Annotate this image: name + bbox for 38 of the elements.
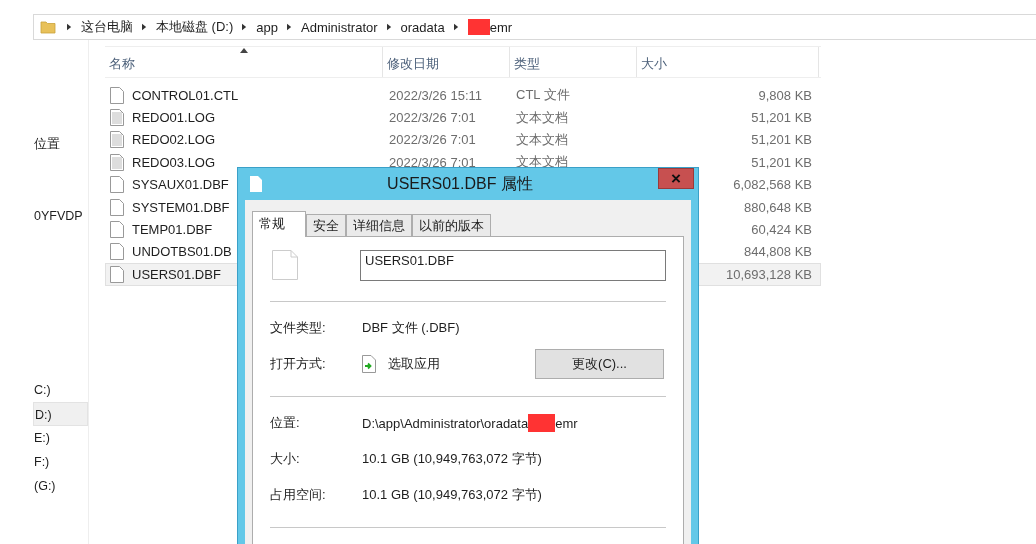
window-title: USERS01.DBF 属性	[386, 173, 534, 194]
file-size: 9,808 KB	[758, 87, 812, 103]
file-name: USERS01.DBF	[132, 266, 221, 282]
property-value: emr	[555, 415, 578, 431]
file-name: SYSAUX01.DBF	[132, 177, 229, 193]
file-type: 文本文档	[516, 154, 568, 170]
file-name: REDO02.LOG	[132, 132, 216, 148]
modified-date: 2022/3/26 7:01	[389, 110, 476, 126]
file-size: 10,693,128 KB	[725, 266, 812, 282]
file-size: 51,201 KB	[751, 154, 812, 170]
property-label: 文件类型:	[270, 319, 327, 337]
property-value: D:\app\Administrator\oradata	[362, 415, 529, 431]
property-value: DBF 文件 (.DBF)	[362, 319, 460, 337]
modified-date: 2022/3/26 15:11	[389, 87, 482, 103]
file-name: UNDOTBS01.DB	[132, 244, 232, 260]
modified-date: 2022/3/26 7:01	[389, 132, 476, 148]
file-name: REDO01.LOG	[132, 110, 216, 126]
file-name: CONTROL01.CTL	[132, 87, 239, 103]
file-size: 51,201 KB	[751, 110, 812, 126]
file-size: 844,808 KB	[744, 244, 812, 260]
file-size: 880,648 KB	[744, 199, 812, 215]
file-name: REDO03.LOG	[132, 154, 216, 170]
property-value: 10.1 GB (10,949,763,072 字节)	[362, 450, 542, 468]
file-name: SYSTEM01.DBF	[132, 199, 230, 215]
property-label: 大小:	[270, 450, 301, 468]
file-type: 文本文档	[516, 109, 568, 125]
property-label: 位置:	[270, 414, 301, 432]
file-size: 60,424 KB	[751, 222, 812, 238]
property-value: 选取应用	[388, 355, 440, 373]
file-size: 6,082,568 KB	[733, 177, 812, 193]
property-label: 打开方式:	[270, 355, 327, 373]
modified-date: 2022/3/26 7:01	[389, 154, 476, 170]
file-size: 51,201 KB	[751, 132, 812, 148]
property-value: 10.1 GB (10,949,763,072 字节)	[362, 486, 542, 504]
file-name: TEMP01.DBF	[132, 222, 213, 238]
file-type: CTL 文件	[516, 87, 570, 103]
file-type: 文本文档	[516, 131, 568, 147]
property-label: 占用空间:	[270, 486, 327, 504]
